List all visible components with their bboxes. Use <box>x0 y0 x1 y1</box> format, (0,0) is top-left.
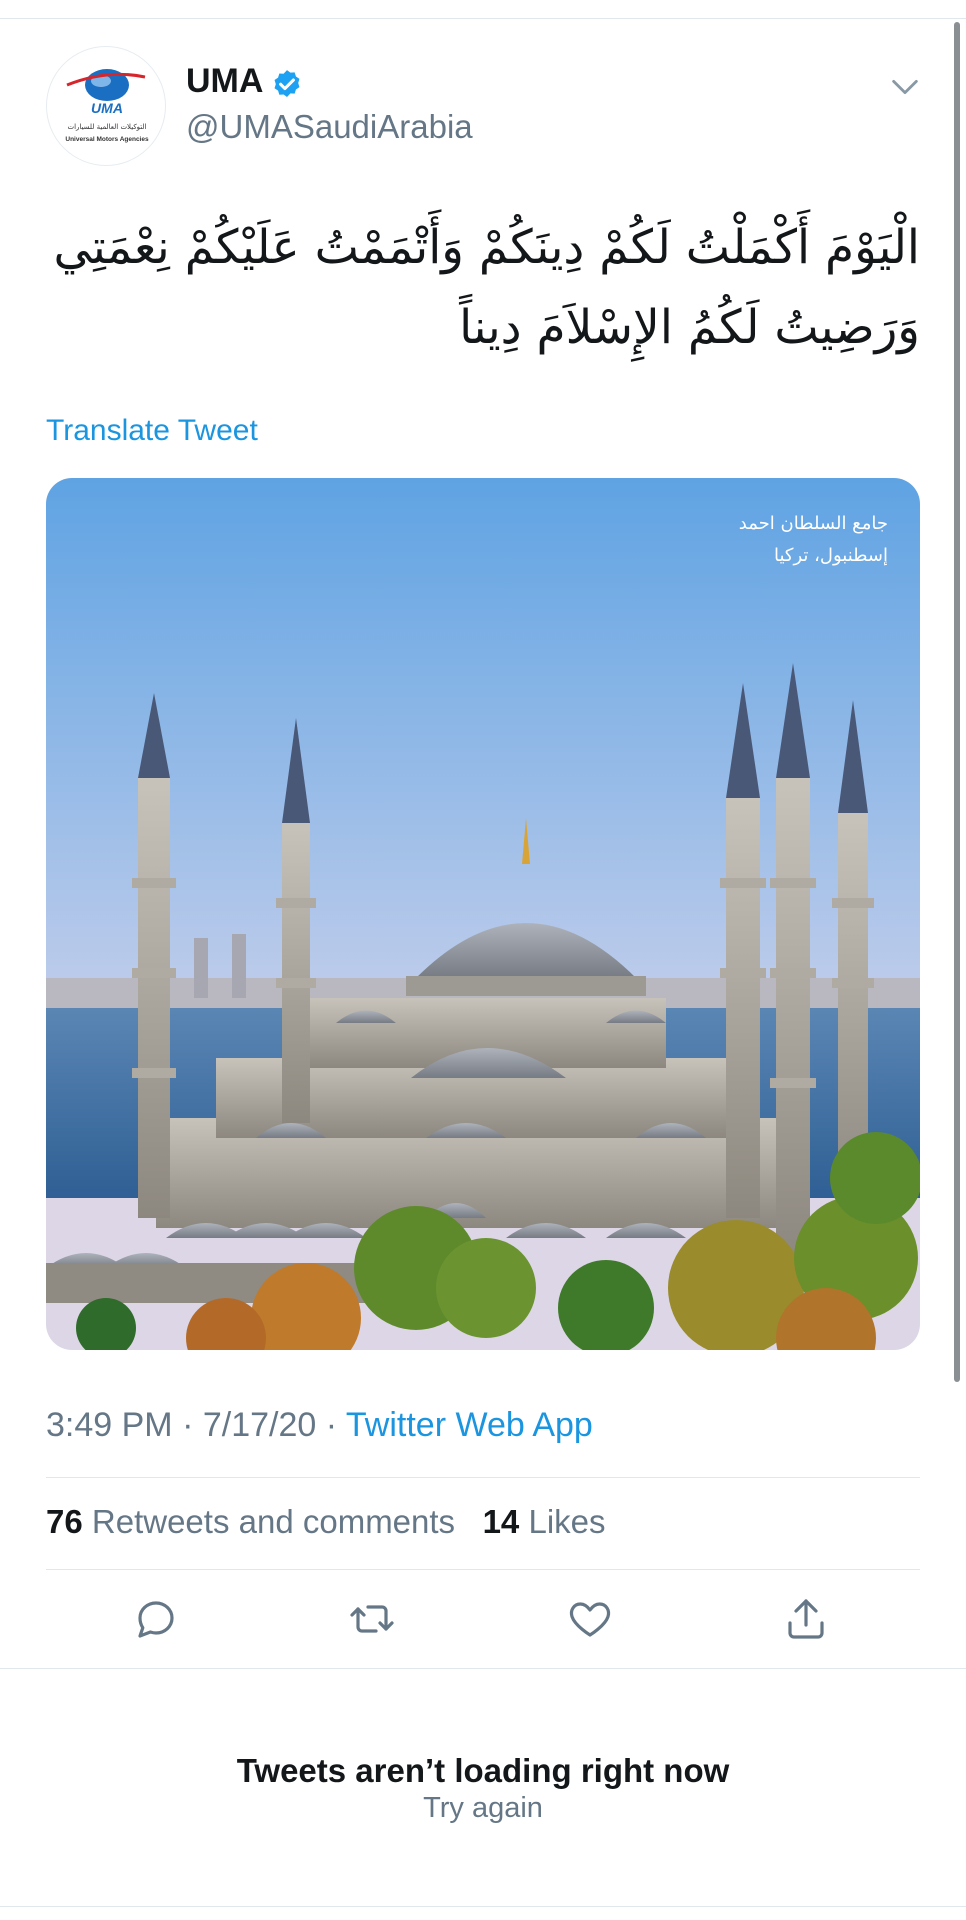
svg-text:UMA: UMA <box>91 100 123 116</box>
meta-separator: · <box>316 1406 346 1444</box>
divider <box>46 1569 920 1570</box>
verified-badge-icon <box>274 70 300 98</box>
top-border <box>0 0 966 19</box>
chevron-down-icon[interactable] <box>888 70 922 104</box>
likes-label: Likes <box>528 1503 606 1540</box>
tweet-date[interactable]: 7/17/20 <box>203 1406 316 1444</box>
retweets-count: 76 <box>46 1503 83 1540</box>
translate-tweet-link[interactable]: Translate Tweet <box>46 414 258 448</box>
reply-icon <box>138 1601 174 1638</box>
share-button[interactable] <box>782 1595 830 1643</box>
likes-stat[interactable]: 14 Likes <box>483 1503 606 1540</box>
heart-icon <box>569 1602 611 1637</box>
tweet-source-link[interactable]: Twitter Web App <box>346 1406 593 1444</box>
reply-button[interactable] <box>132 1595 180 1643</box>
mosque-image <box>46 478 920 1350</box>
media-caption-line-2: إسطنبول، تركيا <box>773 545 888 566</box>
scrollbar[interactable] <box>954 22 960 1382</box>
user-name[interactable]: UMA <box>186 62 263 101</box>
section-divider <box>0 1668 966 1669</box>
tweet-stats: 76 Retweets and comments 14 Likes <box>46 1503 606 1541</box>
svg-text:التوكيلات العالمية للسيارات: التوكيلات العالمية للسيارات <box>68 123 147 131</box>
svg-text:Universal Motors Agencies: Universal Motors Agencies <box>65 136 149 143</box>
like-button[interactable] <box>566 1595 614 1643</box>
meta-separator: · <box>172 1406 203 1444</box>
divider <box>46 1477 920 1478</box>
tweet-text: الْيَوْمَ أَكْمَلْتُ لَكُمْ دِينَكُمْ وَ… <box>53 208 920 368</box>
try-again-link[interactable]: Try again <box>0 1792 966 1825</box>
retweets-stat[interactable]: 76 Retweets and comments <box>46 1503 455 1540</box>
tweet-time: 3:49 PM <box>46 1406 173 1444</box>
likes-count: 14 <box>482 1503 520 1540</box>
tweet-meta: 3:49 PM · 7/17/20 · Twitter Web App <box>46 1406 593 1445</box>
uma-logo-icon: UMA التوكيلات العالمية للسيارات Universa… <box>65 69 149 143</box>
media-caption: جامع السلطان احمد إسطنبول، تركيا <box>739 508 888 572</box>
user-handle[interactable]: @UMASaudiArabia <box>186 108 473 146</box>
retweet-icon <box>350 1605 394 1633</box>
share-icon <box>788 1599 824 1639</box>
tweet-media-image[interactable]: جامع السلطان احمد إسطنبول، تركيا <box>46 478 920 1350</box>
retweet-button[interactable] <box>348 1595 396 1643</box>
bottom-divider <box>0 1906 966 1907</box>
tweet-text-line-2: وَرَضِيتُ لَكُمُ الإِسْلاَمَ دِيناً <box>459 300 920 355</box>
media-caption-line-1: جامع السلطان احمد <box>738 513 888 534</box>
error-title: Tweets aren’t loading right now <box>236 1752 730 1789</box>
avatar[interactable]: UMA التوكيلات العالمية للسيارات Universa… <box>46 46 166 166</box>
retweets-label: Retweets and comments <box>91 1503 456 1540</box>
tweet-text-line-1: الْيَوْمَ أَكْمَلْتُ لَكُمْ دِينَكُمْ وَ… <box>53 220 920 275</box>
